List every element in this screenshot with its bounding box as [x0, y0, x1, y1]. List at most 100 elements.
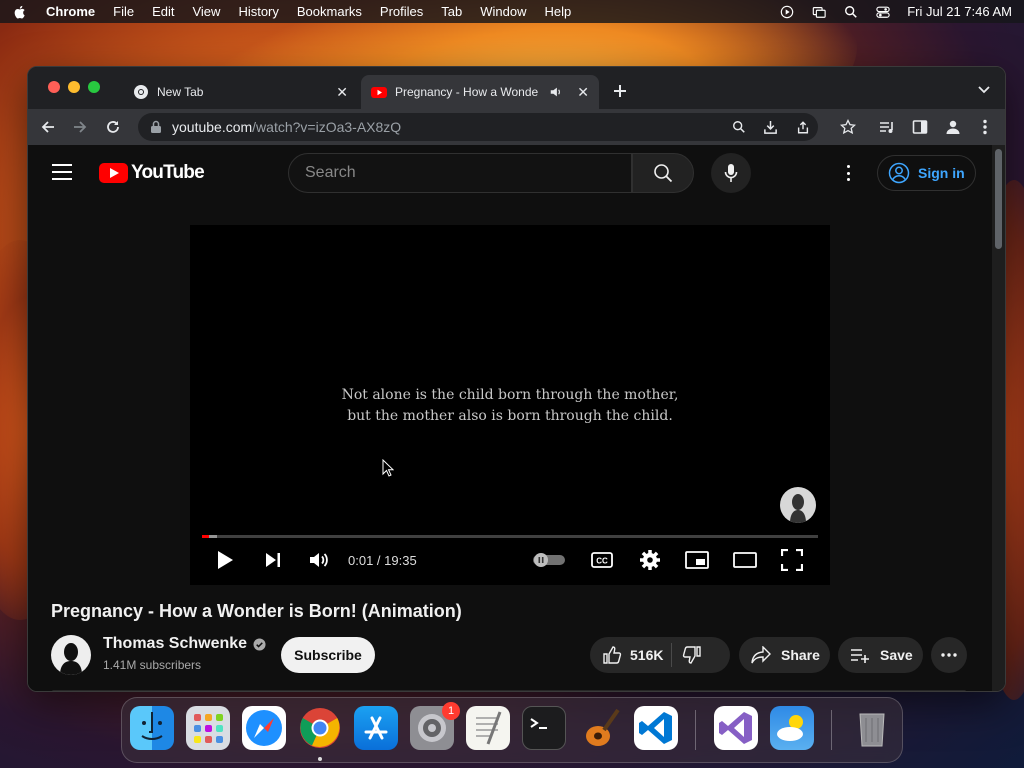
subtitles-button[interactable]: CC	[590, 547, 614, 573]
fullscreen-button[interactable]	[780, 547, 804, 573]
menu-bar: Chrome File Edit View History Bookmarks …	[0, 0, 1024, 23]
description-box-edge	[52, 690, 966, 691]
new-tab-plus-icon[interactable]	[613, 84, 627, 98]
finder-icon[interactable]	[130, 706, 174, 750]
menu-tab[interactable]: Tab	[441, 4, 462, 19]
search-input[interactable]: Search	[288, 153, 632, 193]
next-button[interactable]	[262, 547, 284, 573]
sign-in-button[interactable]: Sign in	[877, 155, 976, 191]
mute-button[interactable]	[307, 547, 331, 573]
app-store-icon[interactable]	[354, 706, 398, 750]
install-app-icon[interactable]	[763, 120, 778, 135]
menu-help[interactable]: Help	[545, 4, 572, 19]
video-player[interactable]: Not alone is the child born through the …	[190, 225, 830, 585]
progress-played	[202, 535, 210, 538]
zoom-search-icon[interactable]	[732, 120, 746, 134]
video-quote-overlay: Not alone is the child born through the …	[190, 385, 830, 427]
garageband-icon[interactable]	[578, 706, 622, 750]
terminal-icon[interactable]	[522, 706, 566, 750]
thumbs-down-icon	[683, 646, 702, 664]
menu-view[interactable]: View	[192, 4, 220, 19]
menu-bookmarks[interactable]: Bookmarks	[297, 4, 362, 19]
audio-playing-icon[interactable]	[549, 85, 563, 99]
reload-icon[interactable]	[103, 117, 123, 137]
dislike-button[interactable]	[682, 645, 702, 665]
autoplay-toggle[interactable]	[532, 547, 566, 573]
weather-icon[interactable]	[770, 706, 814, 750]
theater-mode-button[interactable]	[732, 547, 758, 573]
menubar-clock[interactable]: Fri Jul 21 7:46 AM	[907, 4, 1012, 19]
page-scrollbar[interactable]	[992, 145, 1005, 691]
minimize-window-button[interactable]	[68, 81, 80, 93]
voice-search-button[interactable]	[711, 153, 751, 193]
profile-icon[interactable]	[943, 117, 963, 137]
subscriber-count: 1.41M subscribers	[103, 658, 202, 672]
share-page-icon[interactable]	[796, 120, 810, 135]
more-actions-button[interactable]	[931, 637, 967, 673]
back-arrow-icon[interactable]	[38, 117, 58, 137]
menu-profiles[interactable]: Profiles	[380, 4, 423, 19]
guide-menu-icon[interactable]	[52, 164, 72, 180]
menu-window[interactable]: Window	[480, 4, 526, 19]
chrome-dock-icon[interactable]	[298, 706, 342, 750]
side-panel-icon[interactable]	[910, 117, 930, 137]
launchpad-icon[interactable]	[186, 706, 230, 750]
save-button[interactable]: Save	[838, 637, 923, 673]
vscode-icon[interactable]	[634, 706, 678, 750]
chrome-menu-icon[interactable]	[975, 117, 995, 137]
tab-new-tab[interactable]: New Tab ✕	[123, 75, 358, 109]
autoplay-toggle-icon	[533, 553, 565, 567]
like-count: 516K	[630, 647, 664, 663]
like-button[interactable]: 516K	[590, 645, 663, 665]
control-center-icon[interactable]	[875, 5, 891, 19]
settings-button[interactable]	[638, 547, 662, 573]
close-tab-icon[interactable]: ✕	[577, 84, 589, 101]
quote-line-1: Not alone is the child born through the …	[341, 387, 679, 403]
play-button[interactable]	[214, 547, 236, 573]
textedit-icon[interactable]	[466, 706, 510, 750]
tab-title: New Tab	[157, 85, 204, 99]
more-horizontal-icon	[941, 653, 957, 657]
visual-studio-icon[interactable]	[714, 706, 758, 750]
menu-edit[interactable]: Edit	[152, 4, 174, 19]
lock-icon[interactable]	[150, 120, 162, 134]
settings-kebab-icon[interactable]	[838, 163, 858, 183]
address-bar[interactable]: youtube.com/watch?v=izOa3-AX8zQ	[138, 113, 818, 141]
forward-arrow-icon[interactable]	[70, 117, 90, 137]
tab-youtube[interactable]: Pregnancy - How a Wonde ✕	[361, 75, 599, 109]
channel-name[interactable]: Thomas Schwenke	[103, 635, 247, 653]
video-title: Pregnancy - How a Wonder is Born! (Anima…	[51, 601, 462, 621]
channel-watermark[interactable]	[780, 487, 816, 523]
safari-icon[interactable]	[242, 706, 286, 750]
miniplayer-icon	[685, 551, 709, 569]
trash-icon[interactable]	[850, 706, 894, 750]
spotlight-search-icon[interactable]	[843, 5, 859, 19]
menu-file[interactable]: File	[113, 4, 134, 19]
fullscreen-icon	[781, 549, 803, 571]
close-window-button[interactable]	[48, 81, 60, 93]
menu-app-chrome[interactable]: Chrome	[46, 4, 95, 19]
bookmark-star-icon[interactable]	[838, 117, 858, 137]
subscribe-button[interactable]: Subscribe	[281, 637, 375, 673]
closed-captions-icon: CC	[591, 552, 613, 568]
tab-search-chevron-icon[interactable]	[978, 86, 990, 94]
screen-mirroring-icon[interactable]	[811, 5, 827, 19]
miniplayer-button[interactable]	[684, 547, 710, 573]
now-playing-icon[interactable]	[779, 5, 795, 19]
menu-history[interactable]: History	[238, 4, 278, 19]
media-control-icon[interactable]	[877, 117, 897, 137]
apple-icon[interactable]	[12, 4, 28, 20]
channel-avatar[interactable]	[51, 635, 91, 675]
youtube-logo[interactable]: YouTube	[99, 162, 205, 184]
like-dislike-group: 516K	[590, 637, 730, 673]
tab-title: Pregnancy - How a Wonde	[395, 85, 539, 99]
scrollbar-thumb[interactable]	[995, 149, 1002, 249]
share-button[interactable]: Share	[739, 637, 830, 673]
close-tab-icon[interactable]: ✕	[336, 84, 348, 101]
progress-bar[interactable]	[202, 535, 818, 538]
search-button[interactable]	[632, 153, 694, 193]
save-label: Save	[880, 647, 913, 663]
playlist-add-icon	[851, 649, 869, 663]
zoom-window-button[interactable]	[88, 81, 100, 93]
channel-name-row[interactable]: Thomas Schwenke	[103, 635, 266, 653]
